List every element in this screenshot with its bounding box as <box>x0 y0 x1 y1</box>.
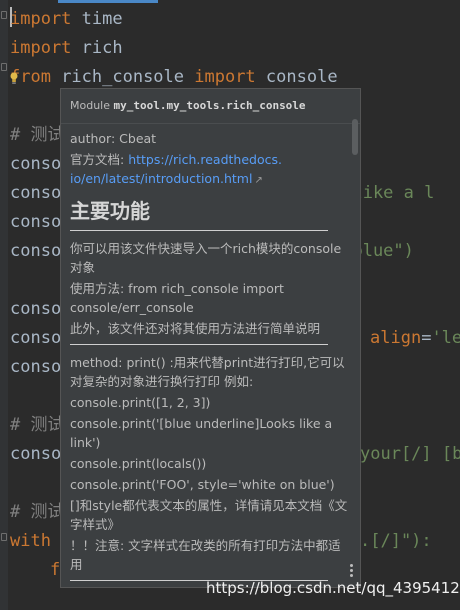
editor-gutter <box>0 0 8 610</box>
keyword-import: import <box>194 67 256 87</box>
imported-name: console <box>255 67 338 87</box>
module-path: my_tool.my_tools.rich_console <box>113 99 306 112</box>
doc-author: author: Cbeat <box>70 131 157 146</box>
code-line-fragment: conso <box>10 328 62 348</box>
code-line-fragment: conso <box>10 241 62 261</box>
keyword-import: import <box>10 38 72 58</box>
module-label: Module <box>70 99 114 112</box>
code-string-fragment: .[/]"): <box>360 531 432 551</box>
keyword-import: import <box>10 9 72 29</box>
divider <box>70 344 328 345</box>
quick-documentation-popup[interactable]: Module my_tool.my_tools.rich_console aut… <box>60 88 361 588</box>
module-name: rich <box>71 38 123 58</box>
code-example: console.print('[blue underline]Looks lik… <box>70 416 333 450</box>
doc-link[interactable]: https://rich.readthedocs. <box>128 152 282 167</box>
method-description: method: print() :用来代替print进行打印,它可以对复杂的对象… <box>70 355 345 389</box>
popup-header: Module my_tool.my_tools.rich_console <box>61 89 360 124</box>
code-kwarg-fragment: align='le <box>370 324 460 353</box>
popup-scrollbar[interactable] <box>352 119 358 155</box>
doc-paragraph: 此外，该文件还对将其使用方法进行简单说明 <box>70 321 321 336</box>
module-name: rich_console <box>50 67 195 87</box>
more-options-icon[interactable] <box>350 564 354 579</box>
divider <box>70 230 328 231</box>
code-line-fragment: f <box>50 560 61 580</box>
code-comment: # 测试 <box>10 415 65 435</box>
doc-paragraph: 使用方法: from rich_console import console/e… <box>70 281 284 315</box>
code-comment: # 测试 <box>10 125 65 145</box>
doc-heading: 主要功能 <box>70 199 150 223</box>
popup-body: author: Cbeat 官方文档: https://rich.readthe… <box>70 129 350 587</box>
equals-sign: = <box>421 328 432 348</box>
code-line-fragment: conso <box>10 357 62 377</box>
code-line-fragment: conso <box>10 154 62 174</box>
external-link-icon: ↗ <box>254 175 263 186</box>
code-line-fragment: conso <box>10 444 62 464</box>
code-comment: # 测试 <box>10 502 65 522</box>
code-example: console.print(locals()) <box>70 456 207 471</box>
code-line[interactable]: import rich <box>10 34 123 63</box>
code-line-fragment: conso <box>10 212 62 232</box>
doc-paragraph: 你可以用该文件快速导入一个rich模块的console对象 <box>70 241 342 275</box>
code-line-fragment: conso <box>10 299 62 319</box>
code-example: console.print([1, 2, 3]) <box>70 395 211 410</box>
doc-paragraph: []和style都代表文本的属性，详情请见本文档《文字样式》 <box>70 498 348 532</box>
kwarg-value: 'le <box>431 328 460 348</box>
fold-marker-icon[interactable] <box>1 63 7 71</box>
code-line[interactable]: import time <box>10 5 123 34</box>
watermark: https://blog.csdn.net/qq_43954124 <box>206 579 460 597</box>
kwarg-name: align <box>370 328 422 348</box>
keyword-with: with <box>10 531 51 551</box>
doc-link-label: 官方文档: <box>70 152 129 167</box>
code-string-fragment: your[/] [b <box>360 444 460 464</box>
doc-link-row: 官方文档: https://rich.readthedocs. io/en/la… <box>70 150 350 190</box>
fold-marker-icon[interactable] <box>1 533 7 541</box>
code-example: console.print('FOO', style='white on blu… <box>70 477 335 492</box>
doc-link-continued[interactable]: io/en/latest/introduction.html <box>70 171 252 186</box>
module-name: time <box>71 9 123 29</box>
code-line-fragment: conso <box>10 183 62 203</box>
lightbulb-icon[interactable] <box>9 72 19 84</box>
fold-marker-icon[interactable] <box>1 11 7 19</box>
doc-note: ！！注意: 文字样式在改类的所有打印方法中都适用 <box>70 538 341 572</box>
